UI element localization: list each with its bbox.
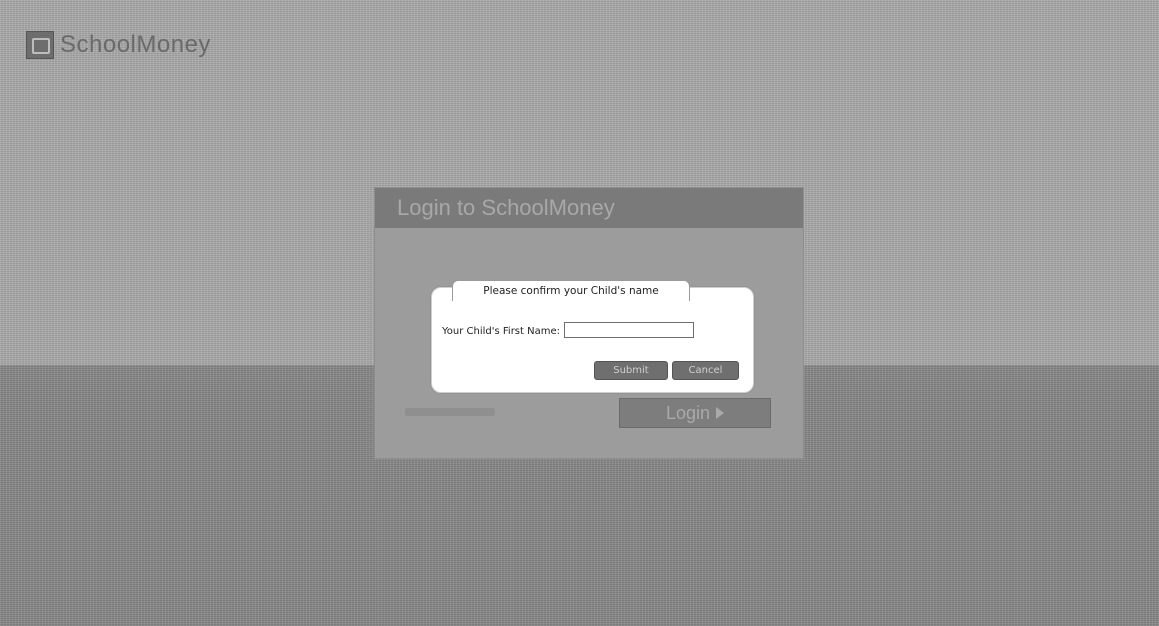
arrow-right-icon <box>716 407 725 419</box>
submit-button[interactable]: Submit <box>594 361 668 380</box>
login-button-label: Login <box>665 402 711 423</box>
login-title: Login to SchoolMoney <box>397 195 615 220</box>
logo-text: SchoolMoney <box>60 31 211 58</box>
dialog-title: Please confirm your Child's name <box>483 285 659 297</box>
login-link-placeholder <box>405 408 495 416</box>
login-header: Login to SchoolMoney <box>375 188 803 228</box>
login-button[interactable]: Login <box>619 398 771 428</box>
child-first-name-input[interactable] <box>564 322 694 338</box>
app-logo: SchoolMoney <box>26 30 211 60</box>
cancel-button[interactable]: Cancel <box>672 361 739 380</box>
dialog-title-tab: Please confirm your Child's name <box>452 280 690 301</box>
schoolmoney-logo-icon <box>26 31 54 59</box>
child-first-name-label: Your Child's First Name: <box>442 326 560 337</box>
confirm-child-name-dialog: Please confirm your Child's name Your Ch… <box>431 280 754 393</box>
